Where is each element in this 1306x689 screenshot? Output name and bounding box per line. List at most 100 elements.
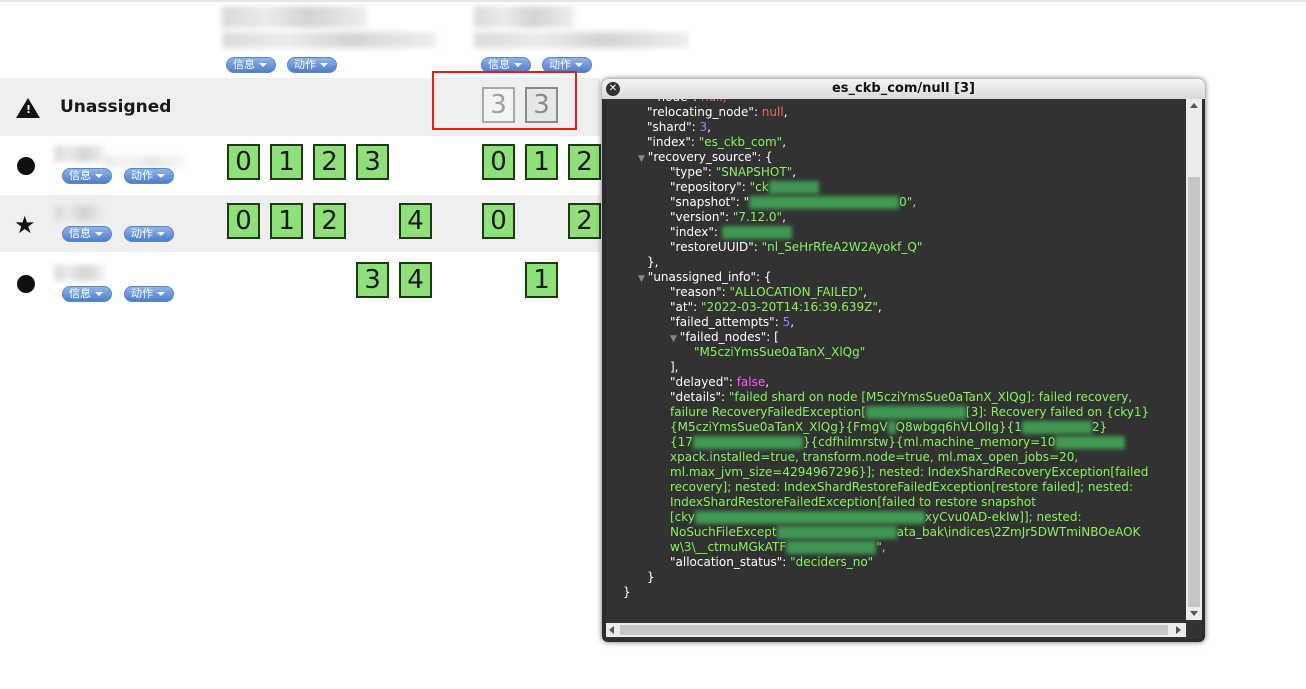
scroll-up-icon[interactable] — [1190, 103, 1198, 108]
shard-json-dialog: es_ckb_com/null [3] ✕ "node": null, "rel… — [602, 79, 1205, 642]
scroll-thumb[interactable] — [1188, 177, 1200, 607]
shard[interactable]: 4 — [399, 203, 432, 239]
node-status-icon — [17, 157, 35, 175]
dialog-title: es_ckb_com/null [3] — [602, 79, 1205, 99]
scroll-right-icon[interactable] — [1176, 626, 1181, 634]
json-line: {17}{cdfhilmrstw}{ml.machine_memory=10 — [670, 435, 1126, 449]
json-line: "index": — [670, 225, 792, 239]
json-line: "repository": "ck — [670, 180, 819, 194]
node-header-name-1 — [222, 6, 367, 28]
info-label: 信息 — [69, 287, 91, 300]
warning-icon: ! — [16, 98, 40, 118]
dropdown-arrow-icon — [95, 174, 103, 178]
shard[interactable]: 1 — [525, 262, 558, 298]
vertical-scrollbar[interactable] — [1186, 99, 1202, 620]
master-star-icon: ★ — [14, 211, 36, 239]
json-line: "delayed": false, — [670, 375, 770, 389]
json-line: failure RecoveryFailedException[[3]: Rec… — [670, 405, 1150, 419]
shard[interactable]: 2 — [313, 203, 346, 239]
action-label: 动作 — [131, 169, 153, 182]
json-line: xpack.installed=true, transform.node=tru… — [670, 450, 1079, 464]
action-button[interactable]: 动作 — [124, 226, 174, 242]
json-line: "restoreUUID": "nl_SeHrRfeA2W2Ayokf_Q" — [670, 240, 923, 254]
node-status-icon — [17, 275, 35, 293]
shard[interactable]: 4 — [399, 262, 432, 298]
json-line: ▼ "recovery_source": { — [638, 150, 773, 164]
dropdown-arrow-icon — [95, 232, 103, 236]
highlight-box — [432, 71, 577, 130]
json-line: w\3\__ctmuMGkATF ", — [670, 540, 886, 554]
json-line: "type": "SNAPSHOT", — [670, 165, 797, 179]
shard[interactable]: 3 — [356, 262, 389, 298]
json-line: "node": null, — [652, 99, 727, 104]
node-name — [54, 146, 104, 162]
collapse-arrow-icon[interactable]: ▼ — [670, 334, 680, 344]
dropdown-arrow-icon — [320, 63, 328, 67]
json-line: "allocation_status": "deciders_no" — [670, 555, 874, 569]
dropdown-arrow-icon — [514, 63, 522, 67]
shard[interactable]: 0 — [227, 144, 260, 180]
shard[interactable]: 1 — [270, 144, 303, 180]
json-line: "shard": 3, — [647, 120, 711, 134]
horizontal-scrollbar[interactable] — [606, 623, 1186, 637]
json-line: "details": "failed shard on node [M5cziY… — [670, 390, 1133, 404]
scroll-down-icon[interactable] — [1190, 611, 1198, 616]
action-button[interactable]: 动作 — [287, 57, 337, 73]
info-label: 信息 — [233, 58, 255, 71]
shard[interactable]: 2 — [313, 144, 346, 180]
close-icon[interactable]: ✕ — [606, 82, 620, 96]
info-label: 信息 — [69, 227, 91, 240]
shard[interactable]: 0 — [482, 144, 515, 180]
json-line: }, — [647, 255, 659, 269]
action-button[interactable]: 动作 — [124, 286, 174, 302]
collapse-arrow-icon[interactable]: ▼ — [638, 154, 648, 164]
unassigned-label: Unassigned — [60, 97, 172, 117]
json-line: } — [647, 570, 655, 584]
shard[interactable]: 0 — [482, 203, 515, 239]
info-button[interactable]: 信息 — [62, 226, 112, 242]
json-line: "reason": "ALLOCATION_FAILED", — [670, 285, 867, 299]
dropdown-arrow-icon — [95, 292, 103, 296]
dropdown-arrow-icon — [259, 63, 267, 67]
dialog-body: "node": null, "relocating_node": null, "… — [606, 99, 1202, 639]
json-line: "failed_attempts": 5, — [670, 315, 795, 329]
shard[interactable]: 0 — [227, 203, 260, 239]
scroll-left-icon[interactable] — [609, 626, 614, 634]
action-button[interactable]: 动作 — [124, 168, 174, 184]
json-line: ▼ "unassigned_info": { — [638, 270, 772, 284]
action-label: 动作 — [294, 58, 316, 71]
node-name — [54, 265, 104, 281]
node-header-detail-1 — [222, 32, 437, 48]
shard[interactable]: 2 — [568, 144, 601, 180]
info-button[interactable]: 信息 — [226, 57, 276, 73]
node-name — [54, 205, 104, 221]
info-button[interactable]: 信息 — [62, 286, 112, 302]
json-line: ], — [670, 360, 679, 374]
node-header-name-2 — [474, 6, 574, 28]
json-line: "index": "es_ckb_com", — [647, 135, 787, 149]
json-line: ▼ "failed_nodes": [ — [670, 330, 779, 344]
json-line: recovery]; nested: IndexShardRestoreFail… — [670, 480, 1133, 494]
node-name-detail — [104, 156, 184, 168]
json-line: "at": "2022-03-20T14:16:39.639Z", — [670, 300, 882, 314]
json-line: "M5cziYmsSue0aTanX_XlQg" — [694, 345, 866, 359]
dropdown-arrow-icon — [157, 174, 165, 178]
shard[interactable]: 2 — [568, 203, 601, 239]
json-line: IndexShardRestoreFailedException[failed … — [670, 495, 1036, 509]
collapse-arrow-icon[interactable]: ▼ — [638, 274, 648, 284]
dropdown-arrow-icon — [157, 292, 165, 296]
shard[interactable]: 1 — [270, 203, 303, 239]
shard[interactable]: 1 — [525, 144, 558, 180]
info-label: 信息 — [69, 169, 91, 182]
json-line: "version": "7.12.0", — [670, 210, 786, 224]
action-label: 动作 — [131, 287, 153, 300]
dropdown-arrow-icon — [157, 232, 165, 236]
dropdown-arrow-icon — [575, 63, 583, 67]
scroll-thumb[interactable] — [620, 625, 1168, 635]
json-line: NoSuchFileExcept ata_bak\indices\2ZmJr5DW… — [670, 525, 1141, 539]
json-viewer: "node": null, "relocating_node": null, "… — [606, 99, 1186, 620]
info-button[interactable]: 信息 — [62, 168, 112, 184]
shard[interactable]: 3 — [356, 144, 389, 180]
json-line: "relocating_node": null, — [647, 105, 788, 119]
json-line: {M5cziYmsSue0aTanX_XlQg}{FmgV Q8wbgq6hVLO… — [670, 420, 1108, 434]
